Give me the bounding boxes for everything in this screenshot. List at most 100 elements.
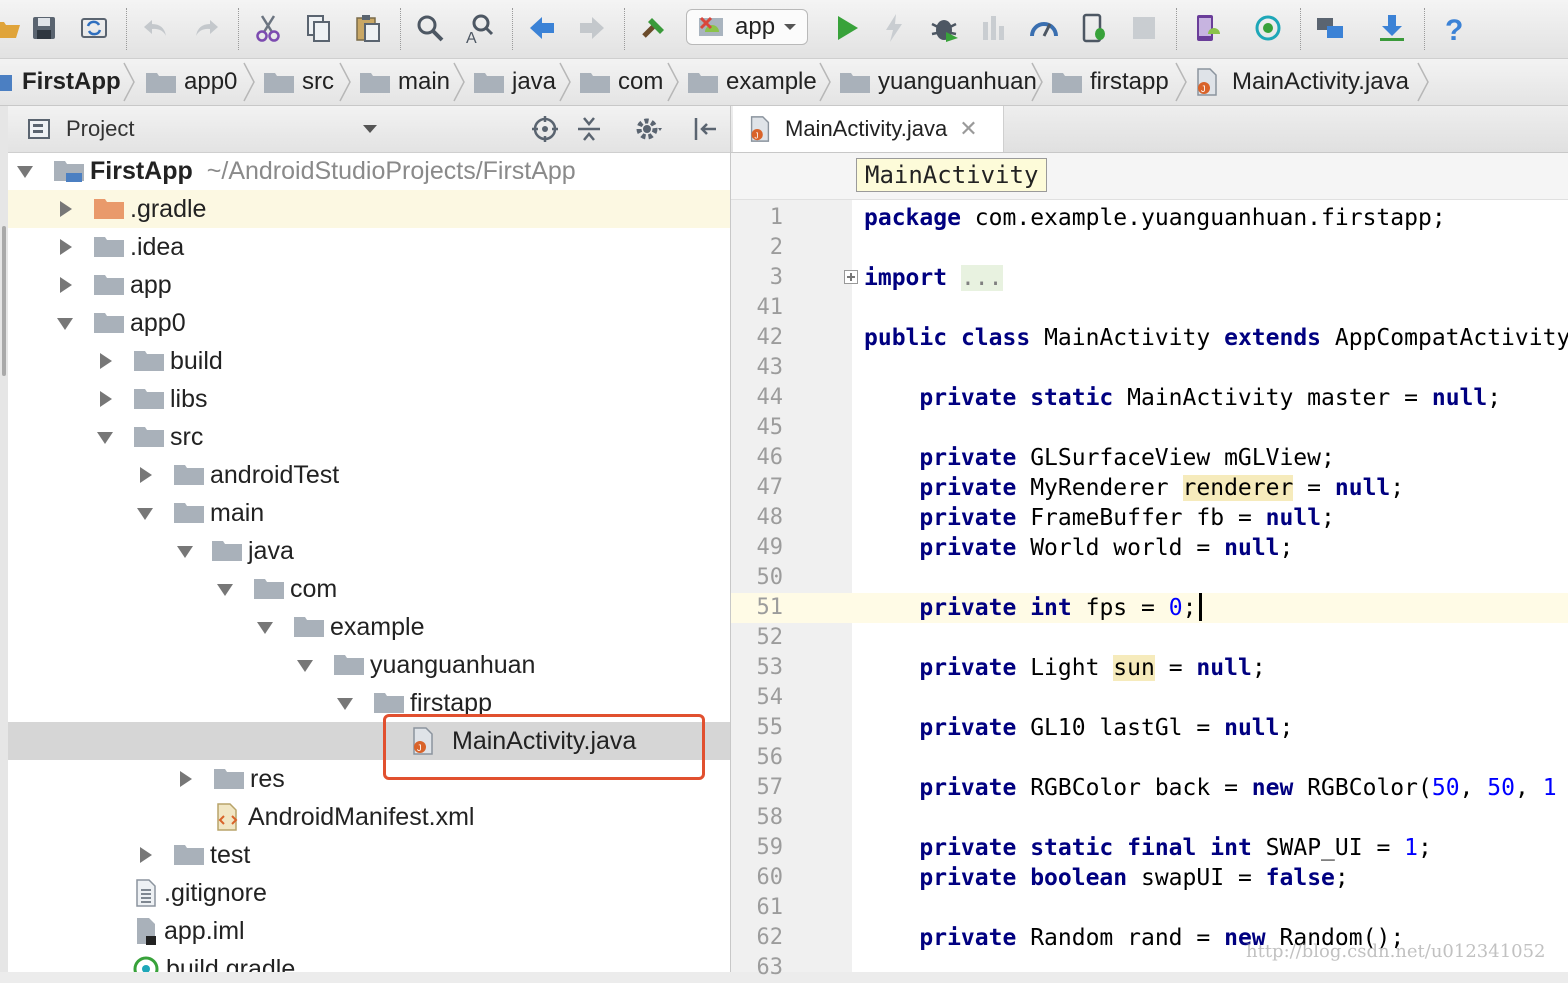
tree-item-app-iml[interactable]: app.iml [8, 912, 730, 950]
apply-changes-icon[interactable] [874, 8, 914, 48]
crumb-com[interactable]: com [580, 59, 663, 105]
cut-icon[interactable] [248, 8, 288, 48]
copy-icon[interactable] [298, 8, 338, 48]
coverage-icon[interactable] [974, 8, 1014, 48]
tree-item-src[interactable]: src [8, 418, 730, 456]
run-icon[interactable] [826, 8, 866, 48]
tree-item-firstapp[interactable]: FirstApp ~/AndroidStudioProjects/FirstAp… [8, 152, 730, 190]
code-line[interactable]: private boolean swapUI = false; [864, 863, 1348, 893]
collapsed-arrow-icon[interactable] [54, 236, 76, 258]
code-line[interactable]: private FrameBuffer fb = null; [864, 503, 1335, 533]
crumb-java[interactable]: java [474, 59, 556, 105]
crumb-yuanguanhuan[interactable]: yuanguanhuan [840, 59, 1037, 105]
tree-item-androidmanifest[interactable]: AndroidManifest.xml [8, 798, 730, 836]
open-icon[interactable] [0, 8, 26, 48]
keyword-token: private [919, 925, 1017, 951]
tree-item-libs[interactable]: libs [8, 380, 730, 418]
replace-icon[interactable]: A [460, 8, 500, 48]
collapsed-arrow-icon[interactable] [54, 274, 76, 296]
tree-item-androidtest[interactable]: androidTest [8, 456, 730, 494]
collapsed-arrow-icon[interactable] [54, 198, 76, 220]
crumb-project[interactable]: FirstApp [0, 59, 121, 105]
find-icon[interactable] [410, 8, 450, 48]
code-line[interactable]: private MyRenderer renderer = null; [864, 473, 1404, 503]
sync-icon[interactable] [74, 8, 114, 48]
class-crumb[interactable]: MainActivity [856, 158, 1048, 192]
tree-item-build[interactable]: build [8, 342, 730, 380]
back-icon[interactable] [522, 8, 562, 48]
collapsed-arrow-icon[interactable] [174, 768, 196, 790]
hide-panel-icon[interactable] [690, 114, 720, 144]
tree-item-main[interactable]: main [8, 494, 730, 532]
code-line[interactable]: package com.example.yuanguanhuan.firstap… [864, 203, 1446, 233]
code-line[interactable]: private GLSurfaceView mGLView; [864, 443, 1334, 473]
tree-item-yuanguanhuan[interactable]: yuanguanhuan [8, 646, 730, 684]
code-line[interactable]: private static MainActivity master = nul… [864, 383, 1501, 413]
paste-icon[interactable] [348, 8, 388, 48]
tree-item-app[interactable]: app [8, 266, 730, 304]
crumb-app0[interactable]: app0 [146, 59, 237, 105]
save-all-icon[interactable] [24, 8, 64, 48]
redo-icon[interactable] [186, 8, 226, 48]
tree-item-gitignore[interactable]: .gitignore [8, 874, 730, 912]
collapsed-arrow-icon[interactable] [134, 464, 156, 486]
tree-item-app0[interactable]: app0 [8, 304, 730, 342]
profile-icon[interactable] [1024, 8, 1064, 48]
fold-expand-icon[interactable] [844, 270, 858, 284]
expanded-arrow-icon[interactable] [214, 578, 236, 600]
tree-item-example[interactable]: example [8, 608, 730, 646]
expanded-arrow-icon[interactable] [294, 654, 316, 676]
forward-icon[interactable] [572, 8, 612, 48]
chevron-down-icon[interactable] [362, 124, 378, 134]
project-view-selector[interactable]: Project [66, 116, 134, 142]
code-line[interactable]: private RGBColor back = new RGBColor(50,… [864, 773, 1556, 803]
project-structure-icon[interactable] [1310, 8, 1350, 48]
tree-item-build-gradle[interactable]: build.gradle [8, 950, 730, 972]
code-line[interactable]: private Light sun = null; [864, 653, 1266, 683]
undo-icon[interactable] [136, 8, 176, 48]
expanded-arrow-icon[interactable] [174, 540, 196, 562]
code-line[interactable]: private GL10 lastGl = null; [864, 713, 1293, 743]
tree-item-idea[interactable]: .idea [8, 228, 730, 266]
collapsed-arrow-icon[interactable] [94, 388, 116, 410]
scrollbar-thumb[interactable] [2, 226, 6, 376]
stop-icon[interactable] [1124, 8, 1164, 48]
tree-item-com[interactable]: com [8, 570, 730, 608]
gear-icon[interactable] [634, 114, 664, 144]
scroll-from-source-icon[interactable] [530, 114, 560, 144]
code-line[interactable]: private int fps = 0; [864, 593, 1196, 623]
crumb-src[interactable]: src [264, 59, 334, 105]
editor-tab-mainactivity[interactable]: J MainActivity.java ✕ [733, 106, 1004, 152]
tree-item-gradle[interactable]: .gradle [8, 190, 730, 228]
crumb-firstapp[interactable]: firstapp [1052, 59, 1169, 105]
collapsed-arrow-icon[interactable] [134, 844, 156, 866]
expanded-arrow-icon[interactable] [254, 616, 276, 638]
tree-item-test[interactable]: test [8, 836, 730, 874]
code-line[interactable]: private static final int SWAP_UI = 1; [864, 833, 1432, 863]
code-line[interactable]: import ... [864, 263, 1003, 293]
crumb-example[interactable]: example [688, 59, 817, 105]
close-icon[interactable]: ✕ [959, 116, 977, 142]
attach-debugger-icon[interactable] [1074, 8, 1114, 48]
expanded-arrow-icon[interactable] [54, 312, 76, 334]
collapse-all-icon[interactable] [574, 114, 604, 144]
expanded-arrow-icon[interactable] [94, 426, 116, 448]
code-line[interactable]: public class MainActivity extends AppCom… [864, 323, 1568, 353]
sdk-manager-icon[interactable] [1372, 8, 1412, 48]
avd-manager-icon[interactable] [1186, 8, 1226, 48]
make-project-icon[interactable] [634, 8, 674, 48]
collapsed-arrow-icon[interactable] [94, 350, 116, 372]
expanded-arrow-icon[interactable] [14, 160, 36, 182]
tree-item-java[interactable]: java [8, 532, 730, 570]
help-icon[interactable]: ? [1434, 8, 1474, 48]
code-line[interactable]: private World world = null; [864, 533, 1293, 563]
crumb-main[interactable]: main [360, 59, 450, 105]
run-configuration-dropdown[interactable]: app [686, 9, 808, 45]
crumb-label: java [512, 68, 557, 95]
expanded-arrow-icon[interactable] [334, 692, 356, 714]
crumb-mainactivity[interactable]: J MainActivity.java [1196, 59, 1409, 105]
sync-gradle-icon[interactable] [1248, 8, 1288, 48]
expanded-arrow-icon[interactable] [134, 502, 156, 524]
debug-icon[interactable] [924, 8, 964, 48]
folded-imports[interactable]: ... [960, 265, 1003, 291]
